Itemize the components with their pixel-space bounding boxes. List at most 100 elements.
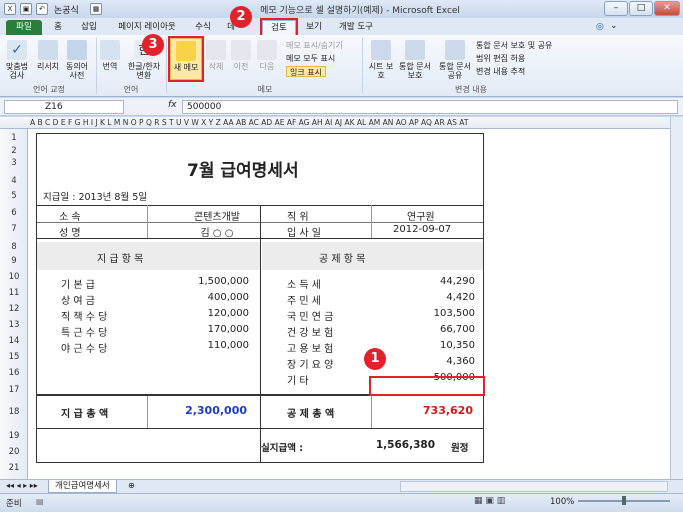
row-header[interactable]: 15 (0, 352, 28, 362)
abc-check-icon: ✓ (7, 40, 27, 60)
tab-home[interactable]: 홈 (46, 20, 70, 35)
fx-icon[interactable]: fx (168, 100, 177, 110)
row-header[interactable]: 11 (0, 288, 28, 298)
research-button[interactable]: 리서치 (34, 40, 62, 71)
vertical-scrollbar[interactable] (670, 117, 683, 479)
row-header[interactable]: 13 (0, 320, 28, 330)
show-hide-memo-button[interactable]: 메모 표시/숨기기 (286, 40, 343, 51)
table-icon[interactable]: ▦ (90, 3, 102, 15)
row-headers[interactable]: 1 2 3 4 5 6 7 8 9 10 11 12 13 14 15 16 17 18 19 20 21 (0, 129, 28, 479)
pay-item-label: 특 근 수 당 (61, 328, 108, 339)
excel-app-icon[interactable]: X (4, 3, 16, 15)
ded-total-label: 공 제 총 액 (287, 409, 335, 420)
translate-icon (100, 40, 120, 60)
name-box[interactable]: Z16 (4, 100, 124, 114)
help-icon[interactable]: ◎ (596, 22, 604, 32)
column-headers[interactable]: A B C D E F G H I J K L M N O P Q R S T … (0, 117, 670, 129)
zoom-level[interactable]: 100% (550, 497, 574, 507)
pay-item-value: 120,000 (207, 308, 249, 319)
save-icon[interactable]: ▣ (20, 3, 32, 15)
view-buttons[interactable]: ▦ ▣ ▥ (474, 496, 505, 506)
net-pay-value: 1,566,380 (375, 439, 435, 451)
pay-date: 지급일 : 2013년 8월 5일 (43, 192, 147, 203)
protect-workbook-icon (405, 40, 425, 60)
row-header[interactable]: 10 (0, 272, 28, 282)
next-memo-icon (257, 40, 277, 60)
pay-item-value: 110,000 (207, 340, 249, 351)
row-header[interactable]: 2 (0, 146, 28, 156)
ribbon-separator (362, 38, 363, 94)
column-header-labels: A B C D E F G H I J K L M N O P Q R S T … (30, 118, 469, 127)
row-header[interactable]: 8 (0, 242, 28, 252)
protect-workbook-label: 통합 문서 보호 (399, 62, 431, 80)
row-header[interactable]: 12 (0, 304, 28, 314)
prev-memo-button[interactable]: 이전 (230, 40, 252, 71)
row-header[interactable]: 5 (0, 191, 28, 201)
tab-formulas[interactable]: 수식 (188, 20, 218, 35)
tab-file[interactable]: 파일 (6, 20, 42, 35)
horizontal-scrollbar[interactable] (400, 481, 668, 492)
sheet-tab-payslip[interactable]: 개인급여명세서 (48, 480, 117, 493)
ded-item-value: 10,350 (440, 340, 475, 351)
protect-sheet-button[interactable]: 시트 보호 (366, 40, 396, 80)
row-header[interactable]: 3 (0, 158, 28, 168)
share-workbook-button[interactable]: 통합 문서 공유 (436, 40, 474, 80)
protect-workbook-button[interactable]: 통합 문서 보호 (396, 40, 434, 80)
row-header[interactable]: 6 (0, 208, 28, 218)
ded-item-label: 건 강 보 험 (287, 328, 334, 339)
formula-input[interactable]: 500000 (182, 100, 678, 114)
show-all-memo-button[interactable]: 메모 모두 표시 (286, 53, 335, 64)
ded-item-value: 4,420 (446, 292, 475, 303)
close-button[interactable]: ✕ (654, 1, 680, 16)
maximize-button[interactable]: □ (629, 1, 653, 16)
ded-item-value: 44,290 (440, 276, 475, 287)
thesaurus-label: 동의어 사전 (65, 62, 89, 80)
pay-total-label: 지 급 총 액 (61, 409, 109, 420)
row-header[interactable]: 14 (0, 336, 28, 346)
payslip-form: 7월 급여명세서 지급일 : 2013년 8월 5일 소 속 콘텐츠개발 직 위… (36, 133, 484, 463)
tab-insert[interactable]: 삽입 (74, 20, 104, 35)
col-divider (147, 396, 148, 428)
selected-cell-highlight[interactable] (369, 376, 485, 396)
row-header[interactable]: 4 (0, 176, 28, 186)
ribbon-minimize-icon[interactable]: ⌄ (610, 21, 618, 31)
quick-access-label[interactable]: 논공식 (54, 3, 79, 16)
status-bar (0, 493, 683, 512)
thesaurus-button[interactable]: 동의어 사전 (62, 40, 92, 80)
ded-item-value: 103,500 (433, 308, 475, 319)
macro-record-icon[interactable]: ▤ (36, 497, 44, 506)
spell-check-button[interactable]: ✓ 맞춤법 검사 (4, 40, 30, 80)
minimize-button[interactable]: – (604, 1, 628, 16)
row-header[interactable]: 7 (0, 224, 28, 234)
dept-value: 콘텐츠개발 (194, 212, 240, 223)
delete-memo-icon (206, 40, 226, 60)
row-header[interactable]: 1 (0, 133, 28, 143)
row-header[interactable]: 9 (0, 256, 28, 266)
row-header[interactable]: 16 (0, 368, 28, 378)
tab-view[interactable]: 보기 (300, 20, 328, 35)
allow-edit-ranges-button[interactable]: 범위 편집 허용 (476, 53, 525, 64)
delete-memo-button[interactable]: 삭제 (206, 40, 226, 71)
tab-page-layout[interactable]: 페이지 레이아웃 (108, 20, 186, 35)
group-label-lang: 언어 (123, 85, 139, 94)
ded-item-label: 주 민 세 (287, 296, 321, 307)
insert-sheet-icon[interactable]: ⊕ (128, 481, 135, 490)
track-changes-button[interactable]: 변경 내용 추적 (476, 66, 525, 77)
row-header[interactable]: 19 (0, 431, 28, 441)
translate-label: 번역 (102, 62, 118, 71)
ink-show-button[interactable]: 잉크 표시 (286, 66, 326, 77)
undo-icon[interactable]: ↶ (36, 3, 48, 15)
row-header[interactable]: 21 (0, 463, 28, 473)
protect-share-button[interactable]: 통합 문서 보호 및 공유 (476, 40, 552, 51)
join-value: 2012-09-07 (393, 224, 452, 235)
row-header[interactable]: 17 (0, 385, 28, 395)
row-header[interactable]: 18 (0, 407, 28, 417)
translate-button[interactable]: 번역 (98, 40, 122, 71)
next-memo-button[interactable]: 다음 (256, 40, 278, 71)
thesaurus-icon (67, 40, 87, 60)
zoom-slider-thumb[interactable] (622, 496, 626, 505)
sheet-nav-arrows[interactable]: ◂◂ ◂ ▸ ▸▸ (6, 481, 38, 490)
ded-item-label: 장 기 요 양 (287, 360, 334, 371)
tab-developer[interactable]: 개발 도구 (334, 20, 378, 35)
row-header[interactable]: 20 (0, 447, 28, 457)
